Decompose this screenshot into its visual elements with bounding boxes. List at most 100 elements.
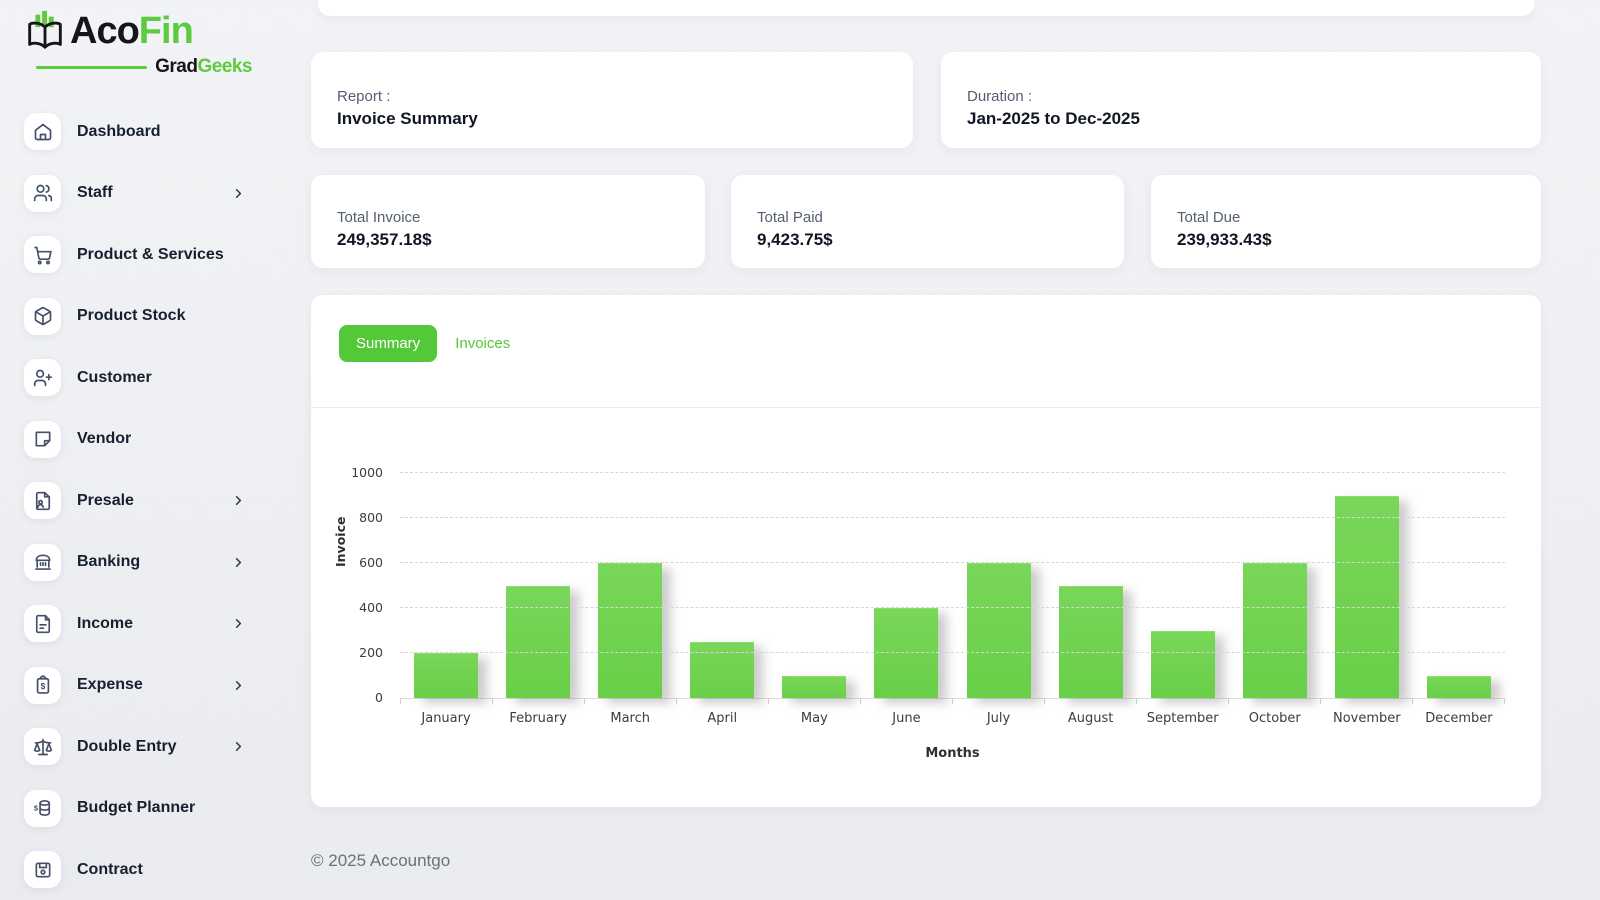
x-tick-label: August bbox=[1045, 711, 1137, 726]
y-tick-label: 1000 bbox=[351, 465, 383, 480]
invoice-summary-panel: Summary Invoices Invoice 020040060080010… bbox=[311, 295, 1541, 807]
gridline bbox=[400, 517, 1505, 518]
copyright-text: © 2025 Accountgo bbox=[311, 851, 450, 871]
sidebar-item-contract[interactable]: Contract bbox=[24, 851, 274, 888]
sidebar-menu: Dashboard Staff Product & Services Produ… bbox=[24, 113, 274, 900]
bar-february bbox=[506, 586, 570, 699]
brand-name: AcoFin bbox=[70, 12, 193, 50]
total-paid-label: Total Paid bbox=[757, 209, 1098, 226]
chart-y-tick-labels: 02004006008001000 bbox=[311, 473, 391, 698]
duration-label: Duration : bbox=[967, 88, 1515, 105]
y-tick-label: 800 bbox=[359, 510, 383, 525]
bar-july bbox=[967, 563, 1031, 698]
sidebar-item-income[interactable]: Income bbox=[24, 605, 274, 642]
total-due-value: 239,933.43$ bbox=[1177, 230, 1515, 250]
user-plus-icon bbox=[24, 359, 61, 396]
y-tick-label: 400 bbox=[359, 600, 383, 615]
x-tick-label: May bbox=[768, 711, 860, 726]
total-due-label: Total Due bbox=[1177, 209, 1515, 226]
chart-bars bbox=[400, 473, 1505, 698]
svg-text:$: $ bbox=[33, 804, 38, 813]
sidebar-item-label: Banking bbox=[77, 553, 231, 571]
bar-slot bbox=[492, 473, 584, 698]
chevron-right-icon bbox=[231, 739, 246, 754]
chevron-right-icon bbox=[231, 678, 246, 693]
x-tick-label: September bbox=[1137, 711, 1229, 726]
sidebar-item-label: Presale bbox=[77, 492, 231, 510]
sidebar-item-banking[interactable]: Banking bbox=[24, 544, 274, 581]
report-card: Report : Invoice Summary bbox=[311, 52, 913, 148]
bar-august bbox=[1059, 586, 1123, 699]
sidebar-item-product-services[interactable]: Product & Services bbox=[24, 236, 274, 273]
bar-april bbox=[690, 642, 754, 698]
tab-divider bbox=[311, 407, 1541, 408]
sidebar-item-label: Budget Planner bbox=[77, 799, 274, 817]
bar-june bbox=[874, 608, 938, 698]
bar-october bbox=[1243, 563, 1307, 698]
bar-september bbox=[1151, 631, 1215, 699]
total-invoice-label: Total Invoice bbox=[337, 209, 679, 226]
svg-text:$: $ bbox=[40, 681, 45, 691]
total-paid-card: Total Paid 9,423.75$ bbox=[731, 175, 1124, 268]
report-value: Invoice Summary bbox=[337, 109, 887, 129]
duration-card: Duration : Jan-2025 to Dec-2025 bbox=[941, 52, 1541, 148]
bar-may bbox=[782, 676, 846, 699]
bar-slot bbox=[676, 473, 768, 698]
sidebar-item-label: Double Entry bbox=[77, 738, 231, 756]
chevron-right-icon bbox=[231, 186, 246, 201]
note-icon bbox=[24, 421, 61, 458]
file-person-icon bbox=[24, 482, 61, 519]
tab-invoices[interactable]: Invoices bbox=[437, 325, 528, 362]
bar-slot bbox=[1229, 473, 1321, 698]
bar-slot bbox=[1413, 473, 1505, 698]
bar-slot bbox=[768, 473, 860, 698]
sidebar-item-label: Expense bbox=[77, 676, 231, 694]
x-tick-label: June bbox=[860, 711, 952, 726]
x-tick-label: July bbox=[952, 711, 1044, 726]
bar-slot bbox=[584, 473, 676, 698]
sidebar-item-presale[interactable]: Presale bbox=[24, 482, 274, 519]
logo-book-icon bbox=[22, 8, 68, 54]
total-due-card: Total Due 239,933.43$ bbox=[1151, 175, 1541, 268]
gridline bbox=[400, 652, 1505, 653]
app-logo[interactable]: AcoFin GradGeeks bbox=[22, 8, 252, 78]
scale-icon bbox=[24, 728, 61, 765]
x-tick-label: March bbox=[584, 711, 676, 726]
home-icon bbox=[24, 113, 61, 150]
x-tick-label: December bbox=[1413, 711, 1505, 726]
total-paid-value: 9,423.75$ bbox=[757, 230, 1098, 250]
coins-dollar-icon: $ bbox=[24, 790, 61, 827]
bar-slot bbox=[400, 473, 492, 698]
bar-slot bbox=[952, 473, 1044, 698]
file-text-icon bbox=[24, 605, 61, 642]
sidebar-item-label: Product Stock bbox=[77, 307, 274, 325]
logo-underline bbox=[36, 66, 147, 69]
sidebar-item-label: Dashboard bbox=[77, 123, 274, 141]
chart-x-axis-title: Months bbox=[400, 746, 1505, 761]
sidebar-item-vendor[interactable]: Vendor bbox=[24, 421, 274, 458]
chart-x-labels: JanuaryFebruaryMarchAprilMayJuneJulyAugu… bbox=[400, 711, 1505, 726]
sidebar-item-customer[interactable]: Customer bbox=[24, 359, 274, 396]
package-icon bbox=[24, 298, 61, 335]
sidebar-item-dashboard[interactable]: Dashboard bbox=[24, 113, 274, 150]
gridline bbox=[400, 472, 1505, 473]
sidebar-item-budget-planner[interactable]: $ Budget Planner bbox=[24, 790, 274, 827]
gridline bbox=[400, 562, 1505, 563]
duration-value: Jan-2025 to Dec-2025 bbox=[967, 109, 1515, 129]
sidebar-item-product-stock[interactable]: Product Stock bbox=[24, 298, 274, 335]
bar-slot bbox=[1045, 473, 1137, 698]
gridline bbox=[400, 607, 1505, 608]
sidebar-item-double-entry[interactable]: Double Entry bbox=[24, 728, 274, 765]
bar-march bbox=[598, 563, 662, 698]
bar-slot bbox=[860, 473, 952, 698]
tab-summary[interactable]: Summary bbox=[339, 325, 437, 362]
x-tick-label: October bbox=[1229, 711, 1321, 726]
sidebar-item-expense[interactable]: $ Expense bbox=[24, 667, 274, 704]
bar-slot bbox=[1321, 473, 1413, 698]
main-content: Report : Invoice Summary Duration : Jan-… bbox=[311, 0, 1541, 900]
sidebar-item-staff[interactable]: Staff bbox=[24, 175, 274, 212]
y-tick-label: 200 bbox=[359, 645, 383, 660]
y-tick-label: 600 bbox=[359, 555, 383, 570]
x-tick-label: November bbox=[1321, 711, 1413, 726]
tab-bar: Summary Invoices bbox=[339, 325, 528, 362]
